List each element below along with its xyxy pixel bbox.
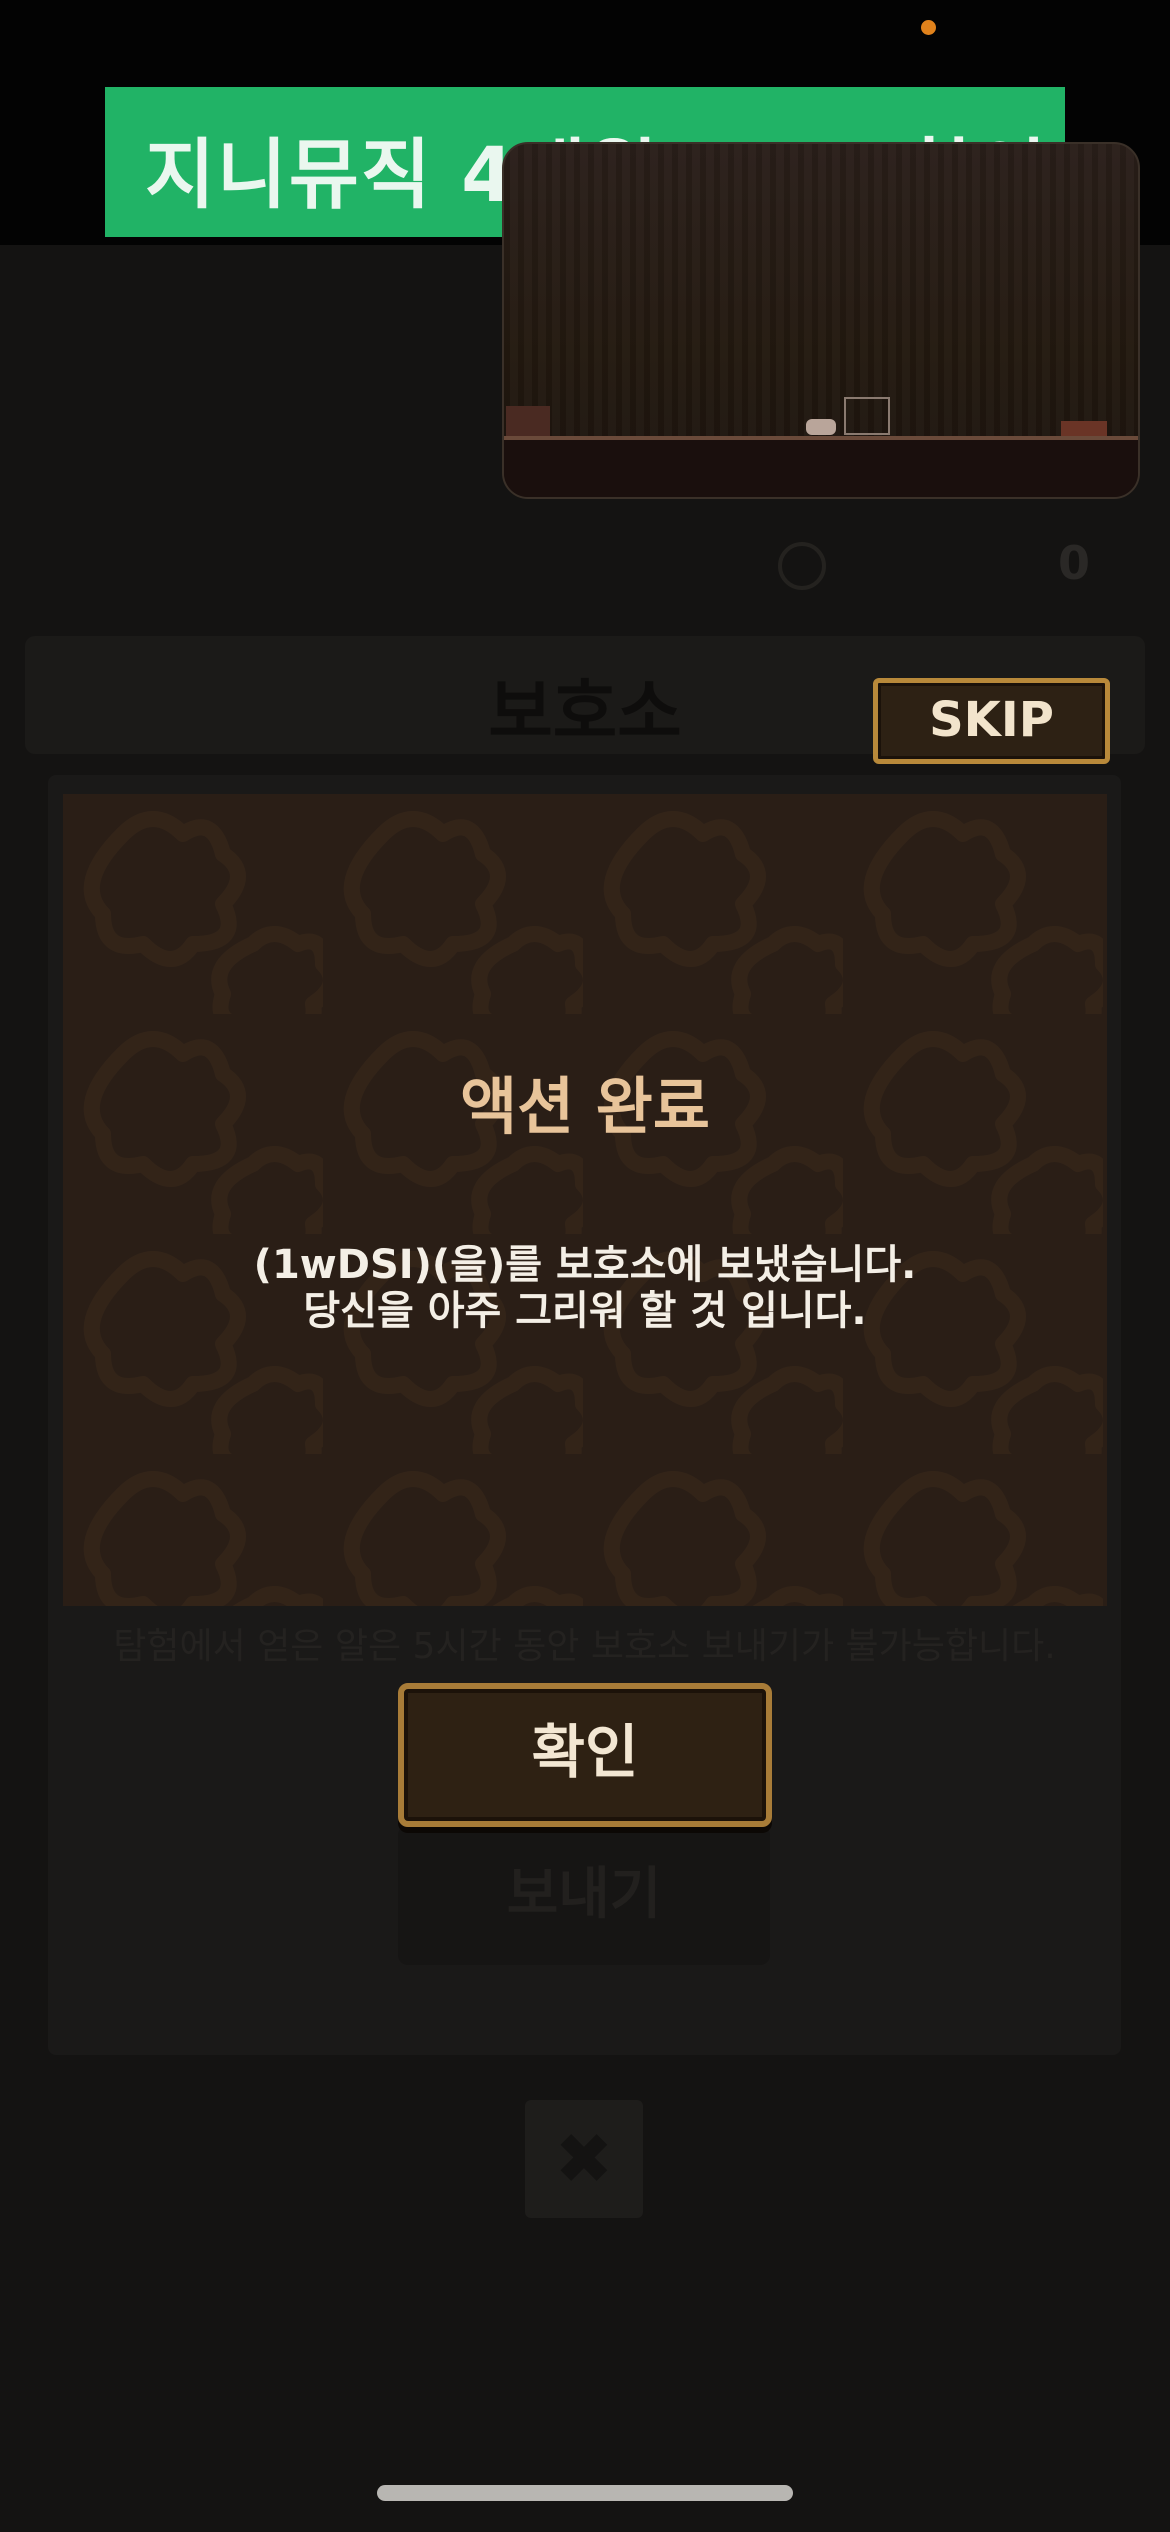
video-prop-right — [1061, 421, 1107, 437]
dialog-message-line-2: 당신을 아주 그리워 할 것 입니다. — [303, 1288, 867, 1334]
leaf-pattern-background — [63, 794, 1107, 1606]
video-character — [806, 419, 836, 435]
picture-in-picture-video[interactable] — [502, 142, 1140, 499]
close-icon: ✖ — [525, 2100, 643, 2218]
send-button: 보내기 — [398, 1825, 770, 1965]
action-complete-dialog: 액션 완료 (1wDSI)(을)를 보호소에 보냈습니다. 당신을 아주 그리워… — [63, 794, 1107, 1606]
video-cage — [844, 397, 890, 435]
dialog-title: 액션 완료 — [460, 1070, 710, 1143]
recording-indicator-dot — [921, 20, 936, 35]
video-prop-left — [506, 406, 550, 436]
coin-count: 0 — [1057, 536, 1090, 590]
video-ground — [504, 440, 1138, 497]
dialog-message: (1wDSI)(을)를 보호소에 보냈습니다. 당신을 아주 그리워 할 것 입… — [63, 1242, 1107, 1334]
confirm-button[interactable]: 확인 — [398, 1683, 772, 1827]
dialog-message-line-1: (1wDSI)(을)를 보호소에 보냈습니다. — [253, 1242, 917, 1288]
coin-icon — [778, 542, 826, 590]
shelter-note: 탐험에서 얻은 알은 5시간 동안 보호소 보내기가 불가능합니다. — [113, 1626, 1056, 1667]
coin-counter: 0 — [750, 500, 1130, 620]
home-indicator[interactable] — [377, 2485, 793, 2501]
app-screen: 지니뮤직 4개월 45% 할인 0 보호소 탐험에서 얻은 알은 5시간 동안 … — [0, 0, 1170, 2532]
skip-button[interactable]: SKIP — [873, 678, 1110, 764]
